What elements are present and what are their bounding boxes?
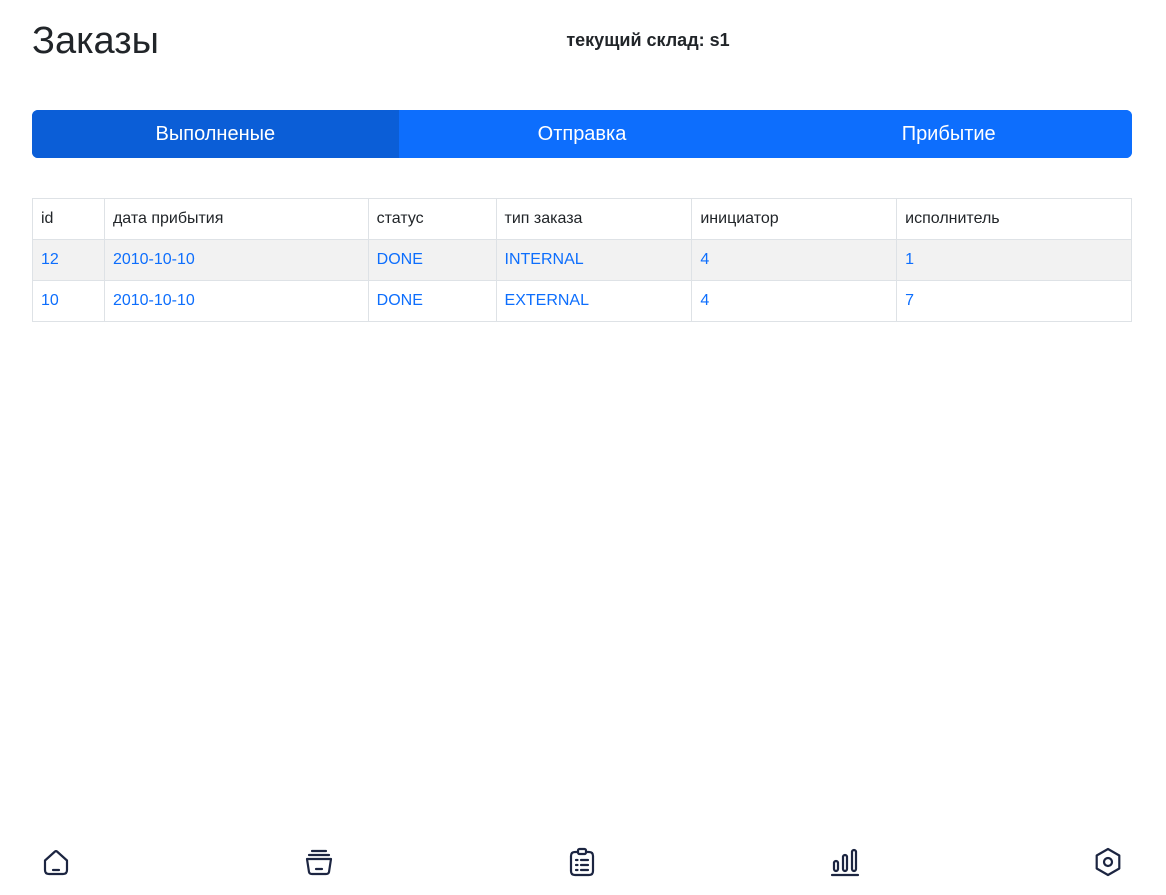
cell-order-type[interactable]: INTERNAL	[495, 239, 693, 281]
settings-icon	[1095, 847, 1121, 877]
bottom-navigation	[0, 840, 1166, 884]
cell-order-type[interactable]: EXTERNAL	[495, 280, 693, 322]
nav-orders-button[interactable]	[560, 840, 604, 884]
nav-inventory-button[interactable]	[297, 840, 341, 884]
current-warehouse-label: текущий склад: s1	[566, 30, 730, 50]
column-header-arrival-date: дата прибытия	[103, 198, 369, 240]
table-header-row: id дата прибытия статус тип заказа иници…	[32, 198, 1132, 240]
nav-statistics-button[interactable]	[823, 840, 867, 884]
clipboard-list-icon	[569, 847, 595, 877]
cell-arrival-date[interactable]: 2010-10-10	[103, 280, 369, 322]
nav-settings-button[interactable]	[1086, 840, 1130, 884]
cell-executor[interactable]: 7	[896, 280, 1132, 322]
cell-executor[interactable]: 1	[896, 239, 1132, 281]
column-header-executor: исполнитель	[896, 198, 1132, 240]
cell-status[interactable]: DONE	[367, 280, 497, 322]
cell-initiator[interactable]: 4	[691, 280, 898, 322]
column-header-initiator: инициатор	[691, 198, 898, 240]
column-header-id: id	[32, 198, 105, 240]
column-header-status: статус	[367, 198, 497, 240]
cell-id[interactable]: 12	[32, 239, 105, 281]
table-row[interactable]: 12 2010-10-10 DONE INTERNAL 4 1	[32, 239, 1132, 281]
tab-completed[interactable]: Выполненые	[32, 110, 399, 158]
bar-chart-icon	[830, 848, 860, 877]
cell-initiator[interactable]: 4	[691, 239, 898, 281]
nav-home-button[interactable]	[34, 840, 78, 884]
cell-status[interactable]: DONE	[367, 239, 497, 281]
inventory-icon	[305, 849, 333, 876]
cell-arrival-date[interactable]: 2010-10-10	[103, 239, 369, 281]
column-header-order-type: тип заказа	[495, 198, 693, 240]
order-tabs: Выполненые Отправка Прибытие	[32, 110, 1132, 158]
cell-id[interactable]: 10	[32, 280, 105, 322]
table-row[interactable]: 10 2010-10-10 DONE EXTERNAL 4 7	[32, 280, 1132, 322]
home-icon	[43, 850, 69, 876]
tab-arrival[interactable]: Прибытие	[765, 110, 1132, 158]
orders-table: id дата прибытия статус тип заказа иници…	[32, 198, 1132, 322]
tab-shipping[interactable]: Отправка	[398, 110, 766, 158]
